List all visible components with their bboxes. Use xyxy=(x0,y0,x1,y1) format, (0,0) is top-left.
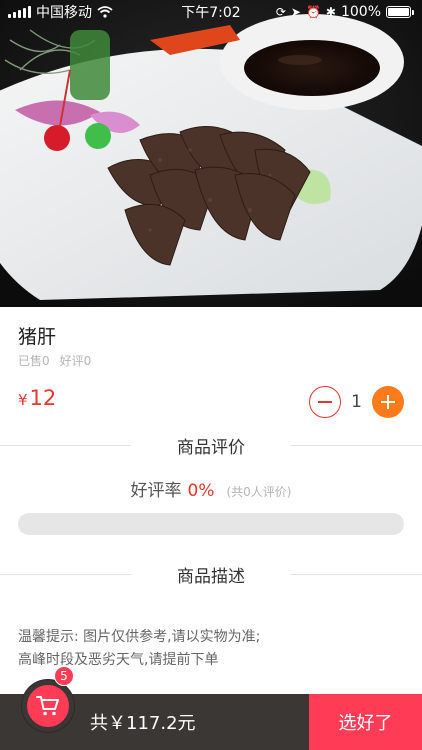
plus-icon xyxy=(381,395,395,409)
currency-symbol: ¥ xyxy=(18,391,28,409)
divider xyxy=(0,444,131,446)
rate-progress-bar xyxy=(18,513,404,535)
cart-count-badge: 5 xyxy=(54,666,74,686)
bluetooth-icon: ✱ xyxy=(325,5,336,19)
divider xyxy=(0,573,131,575)
wifi-icon xyxy=(97,6,113,18)
location-icon: ➤ xyxy=(290,5,301,19)
price-value: 12 xyxy=(29,386,57,410)
shopping-cart-icon xyxy=(36,696,59,716)
product-price: ¥ 12 xyxy=(18,386,56,410)
rotation-lock-icon: ⟳ xyxy=(275,5,286,19)
reviews-section-header: 商品评价 xyxy=(0,433,422,458)
rate-label: 好评率 xyxy=(130,481,182,501)
cart-total: 共￥117.2元 xyxy=(90,713,196,734)
status-bar: 中国移动 下午7:02 ⟳ ➤ ⏰ ✱ 100% xyxy=(0,0,422,24)
quantity-stepper: 1 xyxy=(309,386,404,418)
minus-icon xyxy=(318,401,333,403)
product-stats: 已售0 好评0 xyxy=(18,352,91,369)
status-time: 下午7:02 xyxy=(181,5,241,21)
battery-percent: 100% xyxy=(340,4,381,20)
checkout-button[interactable]: 选好了 xyxy=(309,694,422,750)
description-section-header: 商品描述 xyxy=(0,562,422,587)
description-title: 商品描述 xyxy=(177,566,245,587)
divider xyxy=(291,444,422,446)
description-line: 温馨提示: 图片仅供参考,请以实物为准; xyxy=(18,629,261,645)
product-image xyxy=(0,0,422,307)
description-text: 温馨提示: 图片仅供参考,请以实物为准; 高峰时段及恶劣天气,请提前下单 xyxy=(18,626,404,672)
battery-icon xyxy=(386,6,414,18)
rate-value: 0% xyxy=(187,481,215,501)
sold-count: 已售0 xyxy=(18,354,50,368)
reviews-title: 商品评价 xyxy=(177,437,245,458)
cart-button[interactable] xyxy=(22,680,74,732)
product-name: 猪肝 xyxy=(18,326,57,348)
alarm-icon: ⏰ xyxy=(305,5,321,19)
divider xyxy=(291,573,422,575)
decrease-quantity-button[interactable] xyxy=(309,386,342,418)
dish-illustration xyxy=(0,0,422,307)
quantity-value: 1 xyxy=(351,392,362,412)
good-review-rate: 好评率 0% (共0人评价) xyxy=(0,476,422,501)
good-review-count: 好评0 xyxy=(59,354,92,368)
description-line: 高峰时段及恶劣天气,请提前下单 xyxy=(18,652,219,668)
signal-icon xyxy=(8,6,31,18)
increase-quantity-button[interactable] xyxy=(372,386,404,418)
review-count: (共0人评价) xyxy=(226,485,292,499)
carrier-label: 中国移动 xyxy=(36,5,92,21)
